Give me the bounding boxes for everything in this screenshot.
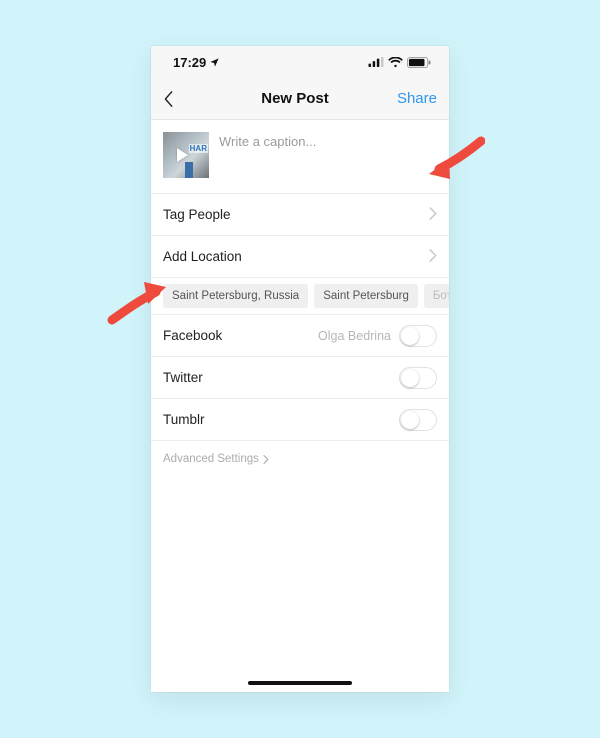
advanced-settings-link[interactable]: Advanced Settings — [151, 441, 449, 477]
chevron-left-icon — [163, 90, 175, 108]
share-tumblr-row: Tumblr — [151, 399, 449, 441]
chevron-right-icon — [429, 207, 437, 223]
share-twitter-toggle[interactable] — [399, 367, 437, 389]
wifi-icon — [388, 57, 403, 68]
post-thumbnail[interactable]: HAR — [163, 132, 209, 178]
play-icon — [177, 148, 188, 162]
share-twitter-row: Twitter — [151, 357, 449, 399]
share-button[interactable]: Share — [387, 90, 437, 107]
add-location-row[interactable]: Add Location — [151, 236, 449, 278]
status-bar: 17:29 — [151, 46, 449, 78]
location-chip[interactable]: Saint Petersburg — [314, 284, 418, 308]
location-chip[interactable]: Saint Petersburg, Russia — [163, 284, 308, 308]
status-time: 17:29 — [173, 55, 206, 70]
share-twitter-label: Twitter — [163, 370, 203, 385]
share-facebook-row: Facebook Olga Bedrina — [151, 315, 449, 357]
nav-bar: New Post Share — [151, 78, 449, 120]
tag-people-row[interactable]: Tag People — [151, 194, 449, 236]
advanced-settings-label: Advanced Settings — [163, 453, 259, 465]
location-suggestions: Saint Petersburg, Russia Saint Petersbur… — [151, 278, 449, 315]
chevron-right-icon — [263, 455, 269, 464]
chevron-right-icon — [429, 249, 437, 265]
caption-row: HAR Write a caption... — [151, 120, 449, 194]
share-facebook-label: Facebook — [163, 328, 222, 343]
thumbnail-overlay-text: HAR — [189, 144, 208, 153]
cellular-signal-icon — [368, 57, 384, 67]
phone-frame: 17:29 — [151, 46, 449, 692]
tag-people-label: Tag People — [163, 207, 231, 222]
location-chip[interactable]: Бот — [424, 284, 449, 308]
share-facebook-account: Olga Bedrina — [318, 329, 391, 343]
share-facebook-toggle[interactable] — [399, 325, 437, 347]
location-services-icon — [209, 57, 220, 68]
share-tumblr-toggle[interactable] — [399, 409, 437, 431]
caption-input[interactable]: Write a caption... — [219, 132, 437, 181]
add-location-label: Add Location — [163, 249, 242, 264]
battery-icon — [407, 57, 431, 68]
home-indicator[interactable] — [248, 681, 352, 685]
page-title: New Post — [261, 90, 329, 107]
back-button[interactable] — [163, 90, 203, 108]
share-tumblr-label: Tumblr — [163, 412, 205, 427]
